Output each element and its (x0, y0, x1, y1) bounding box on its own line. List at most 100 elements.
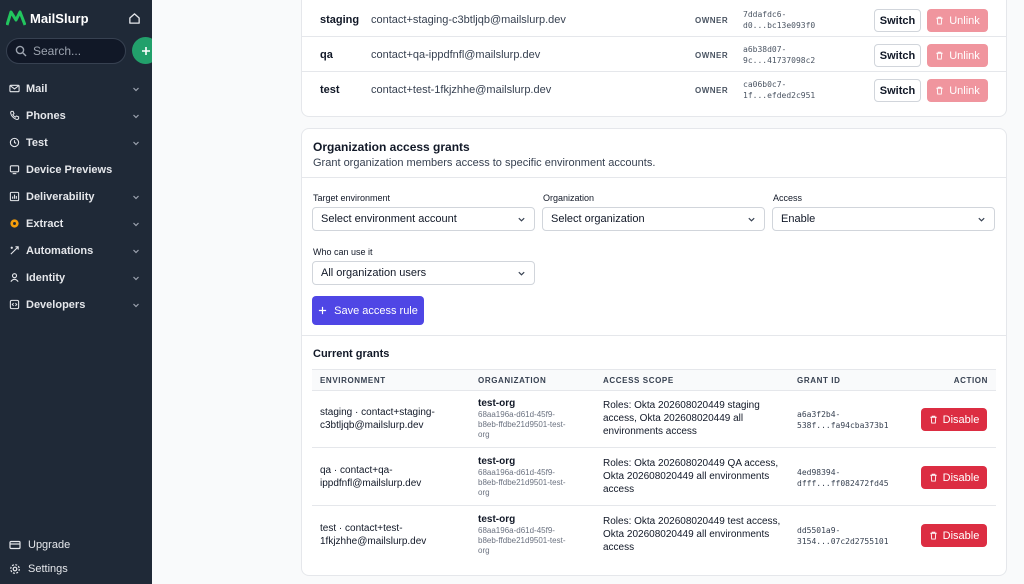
who-can-use-value: All organization users (321, 267, 427, 279)
chevron-down-icon (133, 195, 139, 199)
grant-scope-line: access, Okta 202608020449 all (603, 413, 744, 424)
sidebar-item-extract[interactable]: Extract (0, 210, 152, 237)
search-input[interactable] (33, 44, 121, 58)
sidebar-item-developers[interactable]: Developers (0, 291, 152, 318)
clock-icon (9, 137, 20, 148)
target-environment-label: Target environment (313, 193, 391, 203)
home-icon[interactable] (128, 12, 141, 25)
grant-environment-line: test · contact+test- (320, 523, 403, 534)
target-environment-select[interactable]: Select environment account (312, 207, 535, 231)
sidebar-item-automations[interactable]: Automations (0, 237, 152, 264)
grant-id: a6a3f2b4- 538f...fa94cba373b1 (797, 409, 907, 431)
environment-id-line: ca06b0c7- (743, 80, 787, 89)
environment-row: test contact+test-1fkjzhhe@mailslurp.dev… (302, 73, 1006, 107)
organization-label: Organization (543, 193, 595, 203)
grant-id-line: a6a3f2b4- (797, 410, 841, 419)
brand[interactable]: MailSlurp (6, 9, 89, 27)
environment-id: ca06b0c7- 1f...efded2c951 (743, 79, 823, 101)
grant-org-name: test-org (478, 514, 516, 525)
card-icon (9, 540, 21, 550)
grant-environment-line: 1fkjzhhe@mailslurp.dev (320, 536, 427, 547)
settings-label: Settings (28, 563, 68, 575)
grant-org-id: b8eb-ffdbe21d9501-test- (478, 420, 566, 429)
unlink-button[interactable]: Unlink (927, 79, 988, 102)
grant-organization: test-org 68aa196a-d61d-45f9- b8eb-ffdbe2… (478, 513, 588, 556)
environment-id-line: 9c...41737098c2 (743, 56, 816, 65)
column-header: ACTION (953, 376, 988, 385)
upgrade-label: Upgrade (28, 539, 71, 551)
grant-scope-line: environments access (603, 426, 697, 437)
disable-label: Disable (942, 529, 980, 542)
save-access-rule-label: Save access rule (334, 304, 418, 317)
environment-role: OWNER (695, 51, 729, 60)
disable-button[interactable]: Disable (921, 408, 987, 431)
organization-select[interactable]: Select organization (542, 207, 765, 231)
main-content: staging contact+staging-c3btljqb@mailslu… (152, 0, 1024, 584)
divider (302, 335, 1006, 336)
disable-label: Disable (942, 413, 980, 426)
grant-access-scope: Roles: Okta 202608020449 test access, Ok… (603, 515, 783, 554)
environment-id-line: 1f...efded2c951 (743, 91, 816, 100)
unlink-label: Unlink (949, 14, 980, 27)
search-box[interactable] (6, 38, 126, 64)
grant-org-name: test-org (478, 456, 516, 467)
environment-id: a6b38d07- 9c...41737098c2 (743, 44, 823, 66)
sidebar-item-device-previews[interactable]: Device Previews (0, 156, 152, 183)
gear-icon (10, 564, 20, 574)
chevron-down-icon (518, 271, 525, 276)
chevron-down-icon (133, 303, 139, 307)
grant-id-line: dd5501a9- (797, 526, 841, 535)
grant-org-id: org (478, 546, 490, 555)
chevron-down-icon (978, 217, 985, 222)
organization-access-card: Organization access grants Grant organiz… (301, 128, 1007, 576)
mail-icon (9, 84, 20, 93)
chevron-down-icon (133, 249, 139, 253)
environment-id-line: a6b38d07- (743, 45, 787, 54)
grant-scope-line: access (603, 542, 635, 553)
disable-button[interactable]: Disable (921, 524, 987, 547)
grant-org-id: b8eb-ffdbe21d9501-test- (478, 536, 566, 545)
chevron-down-icon (748, 217, 755, 222)
unlink-button[interactable]: Unlink (927, 9, 988, 32)
unlink-button[interactable]: Unlink (927, 44, 988, 67)
extract-icon (10, 219, 19, 228)
switch-button[interactable]: Switch (874, 9, 921, 32)
grant-environment-line: qa · contact+qa- (320, 465, 393, 476)
sidebar-item-label: Automations (26, 244, 94, 257)
sidebar-item-identity[interactable]: Identity (0, 264, 152, 291)
identity-icon (10, 273, 19, 282)
code-icon (9, 299, 20, 310)
grant-environment: qa · contact+qa- ippdfnfl@mailslurp.dev (320, 464, 460, 490)
access-select[interactable]: Enable (772, 207, 995, 231)
grant-environment-line: c3btljqb@mailslurp.dev (320, 420, 424, 431)
environment-id: 7ddafdc6- d0...bc13e093f0 (743, 9, 823, 31)
disable-button[interactable]: Disable (921, 466, 987, 489)
save-access-rule-button[interactable]: Save access rule (312, 296, 424, 325)
chevron-down-icon (133, 87, 139, 91)
trash-icon (930, 473, 937, 482)
grant-org-id: 68aa196a-d61d-45f9- (478, 468, 555, 477)
sidebar-item-label: Test (26, 136, 48, 149)
switch-button[interactable]: Switch (874, 44, 921, 67)
sidebar-item-deliverability[interactable]: Deliverability (0, 183, 152, 210)
sidebar-upgrade[interactable]: Upgrade (9, 537, 70, 553)
chevron-down-icon (133, 222, 139, 226)
who-can-use-label: Who can use it (313, 247, 373, 257)
grant-environment-line: staging · contact+staging- (320, 407, 435, 418)
sidebar-item-test[interactable]: Test (0, 129, 152, 156)
grant-org-id: b8eb-ffdbe21d9501-test- (478, 478, 566, 487)
grant-id-line: 538f...fa94cba373b1 (797, 421, 889, 430)
sidebar-item-mail[interactable]: Mail (0, 75, 152, 102)
device-icon (9, 165, 20, 175)
switch-button[interactable]: Switch (874, 79, 921, 102)
who-can-use-select[interactable]: All organization users (312, 261, 535, 285)
column-header: GRANT ID (797, 376, 841, 385)
grant-scope-line: access (603, 484, 635, 495)
sidebar-item-phones[interactable]: Phones (0, 102, 152, 129)
sidebar-item-label: Phones (26, 109, 66, 122)
environment-row: qa contact+qa-ippdfnfl@mailslurp.dev OWN… (302, 38, 1006, 72)
grant-id-line: dfff...ff082472fd45 (797, 479, 889, 488)
sidebar-settings[interactable]: Settings (9, 561, 68, 577)
grant-access-scope: Roles: Okta 202608020449 staging access,… (603, 399, 783, 438)
grant-id-line: 4ed98394- (797, 468, 841, 477)
